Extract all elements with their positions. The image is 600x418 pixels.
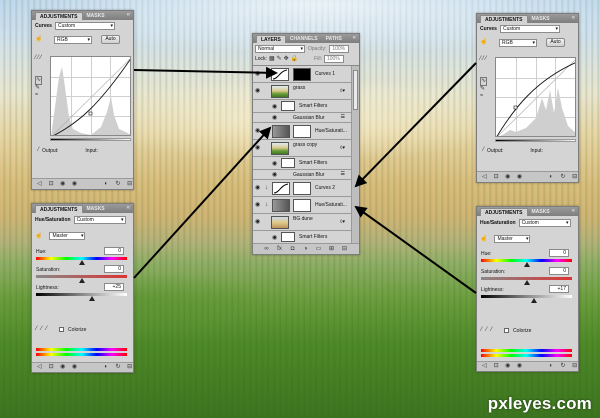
watermark: pxleyes.com [487, 394, 592, 413]
connector-arrows [133, 62, 477, 294]
arrow-curves1 [133, 66, 278, 79]
arrow-hue1 [133, 126, 272, 279]
arrow-curves2 [354, 62, 477, 188]
arrow-hue2 [354, 205, 477, 294]
